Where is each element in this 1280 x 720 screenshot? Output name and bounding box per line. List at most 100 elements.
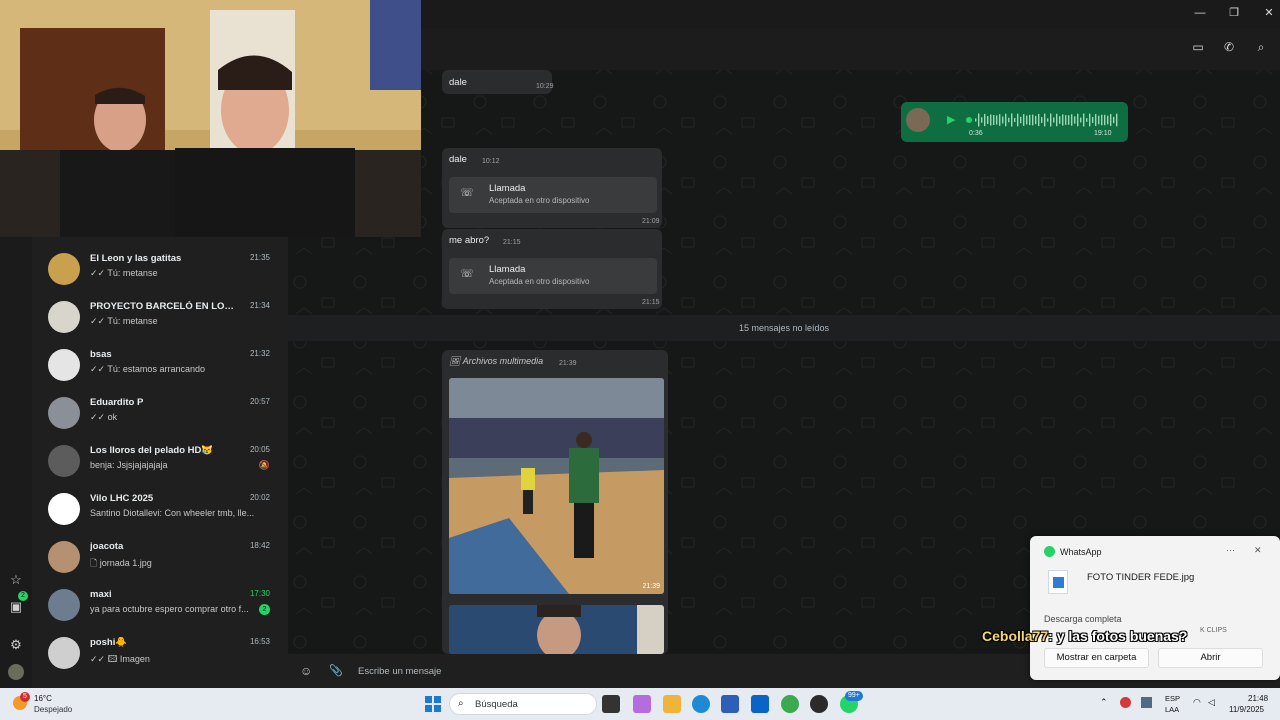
clock-date[interactable]: 11/9/2025 — [1229, 705, 1264, 714]
phone-icon[interactable]: ✆ — [1220, 40, 1238, 58]
chat-time: 21:32 — [249, 349, 270, 358]
whatsapp-icon — [1044, 546, 1055, 557]
chevron-up-icon[interactable]: ⌃ — [1100, 697, 1108, 708]
waveform-bar — [1035, 115, 1037, 125]
chat-header: ▭ ✆ ⌕ — [421, 28, 1280, 70]
message-bubble[interactable]: dale 10:12 ☏ Llamada Aceptada en otro di… — [442, 148, 662, 228]
maximize-button[interactable]: ❐ — [1225, 4, 1243, 22]
media-message[interactable]: 🖼 Archivos multimedia 21:39 21:39 — [442, 350, 668, 654]
taskbar-search-label: Búsqueda — [475, 699, 518, 710]
voice-message[interactable]: ▶ 0:36 19:10 — [901, 102, 1128, 142]
close-notification-button[interactable]: ✕ — [1254, 545, 1262, 556]
emoji-icon[interactable]: ☺ — [300, 664, 312, 678]
unread-count-badge: 2 — [259, 604, 270, 615]
avatar — [48, 637, 80, 669]
chat-time: 17:30 — [249, 589, 270, 598]
waveform-bar — [1044, 113, 1046, 127]
profile-avatar[interactable] — [0, 659, 32, 685]
clock-time[interactable]: 21:48 — [1248, 694, 1268, 703]
avatar — [48, 541, 80, 573]
show-in-folder-button[interactable]: Mostrar en carpeta — [1044, 648, 1149, 668]
waveform-bar — [1110, 114, 1112, 126]
waveform-bar — [1071, 114, 1073, 126]
chat-list-item[interactable]: Vilo LHC 2025 20:02 Santino Diotallevi: Co… — [32, 485, 288, 533]
message-bubble[interactable]: me abro? 21:15 ☏ Llamada Aceptada en otr… — [442, 229, 662, 309]
voice-waveform[interactable] — [965, 111, 1125, 129]
message-text: me abro? — [449, 235, 490, 246]
waveform-bar — [1041, 117, 1043, 123]
waveform-bar — [1038, 113, 1040, 127]
minimize-button[interactable]: — — [1191, 4, 1209, 22]
language-code[interactable]: ESP — [1165, 694, 1180, 703]
chat-list-item[interactable]: Eduardito P 20:57 ✓✓ ok — [32, 389, 288, 437]
weather-description: Despejado — [34, 705, 73, 714]
chat-name: maxi — [90, 589, 112, 600]
chat-list-item[interactable]: PROYECTO BARCELÓ EN LOS GL... 21:34 ✓✓ Tú:… — [32, 293, 288, 341]
waveform-bar — [1011, 113, 1013, 127]
chat-list-item[interactable]: joacota 18:42 🗋 jornada 1.jpg — [32, 533, 288, 581]
chat-list-item[interactable]: Los lloros del pelado HD😿 20:05 benja: Jsj… — [32, 437, 288, 485]
waveform-bar — [984, 113, 986, 127]
search-icon[interactable]: ⌕ — [1252, 40, 1270, 58]
chat-time: 20:05 — [249, 445, 270, 454]
close-window-button[interactable]: ✕ — [1260, 4, 1278, 22]
whatsapp-badge: 99+ — [845, 691, 863, 701]
outlook-icon[interactable] — [751, 695, 769, 713]
copilot-icon[interactable] — [633, 695, 651, 713]
play-icon[interactable]: ▶ — [947, 113, 955, 126]
gear-icon[interactable]: ⚙ — [0, 632, 32, 658]
attach-icon[interactable]: 📎 — [329, 664, 343, 677]
chat-time: 20:57 — [249, 397, 270, 406]
taskbar-search[interactable]: ⌕ Búsqueda — [449, 693, 597, 715]
download-notification[interactable]: WhatsApp ··· ✕ FOTO TINDER FEDE.jpg Desc… — [1030, 536, 1280, 680]
chat-list-item[interactable]: maxi 17:30 ya para octubre espero comprar … — [32, 581, 288, 629]
chat-name: Vilo LHC 2025 — [90, 493, 154, 504]
call-card[interactable]: ☏ Llamada Aceptada en otro dispositivo — [449, 258, 657, 294]
chat-preview: ✓✓ ok — [90, 412, 118, 422]
star-icon[interactable]: ☆ — [0, 567, 32, 593]
photo-image — [449, 378, 664, 594]
store-icon[interactable] — [721, 695, 739, 713]
tray-app-icon[interactable] — [1120, 697, 1131, 708]
open-file-button[interactable]: Abrir — [1158, 648, 1263, 668]
chat-preview: benja: Jsjsjajajajaja — [90, 460, 168, 470]
more-options-button[interactable]: ··· — [1226, 545, 1235, 555]
photo-thumbnail[interactable] — [449, 605, 664, 654]
keyboard-layout[interactable]: LAA — [1165, 705, 1179, 714]
waveform-bar — [1107, 115, 1109, 125]
search-icon: ⌕ — [458, 698, 464, 709]
status-icon[interactable]: ▣ 2 — [0, 591, 32, 620]
task-view-icon[interactable] — [602, 695, 620, 713]
call-card[interactable]: ☏ Llamada Aceptada en otro dispositivo — [449, 177, 657, 213]
file-explorer-icon[interactable] — [663, 695, 681, 713]
chat-list-item[interactable]: bsas 21:32 ✓✓ Tú: estamos arrancando — [32, 341, 288, 389]
edge-icon[interactable] — [692, 695, 710, 713]
avatar — [48, 589, 80, 621]
chat-name: PROYECTO BARCELÓ EN LOS GL... — [90, 301, 240, 312]
title-bar: — ❐ ✕ — [421, 0, 1280, 28]
message-input[interactable] — [358, 663, 958, 679]
waveform-bar — [987, 116, 989, 124]
taskbar: 5 16°C Despejado ⌕ Búsqueda 99+ ⌃ ESP LA… — [0, 688, 1280, 720]
chat-list-item[interactable]: poshi🐥 16:53 ✓✓ 🖾 Imagen — [32, 629, 288, 677]
video-icon[interactable]: ▭ — [1189, 40, 1207, 58]
app-icon[interactable] — [810, 695, 828, 713]
start-icon[interactable] — [425, 696, 441, 712]
tray-network-app-icon[interactable] — [1141, 697, 1152, 708]
chrome-icon[interactable] — [781, 695, 799, 713]
chat-list-item[interactable]: El Leon y las gatitas 21:35 ✓✓ Tú: metanse — [32, 245, 288, 293]
waveform-bar — [1029, 114, 1031, 126]
message-bubble[interactable]: dale 10:29 — [442, 70, 554, 94]
avatar — [48, 445, 80, 477]
volume-icon[interactable]: ◁ — [1208, 697, 1215, 708]
muted-icon: 🔕 — [258, 460, 270, 470]
message-time: 21:15 — [642, 299, 660, 306]
waveform-bar — [1050, 113, 1052, 127]
photo-time: 21:39 — [642, 583, 660, 590]
wifi-icon[interactable]: ◠ — [1193, 697, 1201, 708]
avatar — [48, 349, 80, 381]
chat-time: 21:34 — [249, 301, 270, 310]
photo-thumbnail[interactable]: 21:39 — [449, 378, 664, 594]
waveform-bar — [1080, 117, 1082, 123]
chat-name: Los lloros del pelado HD😿 — [90, 445, 214, 456]
